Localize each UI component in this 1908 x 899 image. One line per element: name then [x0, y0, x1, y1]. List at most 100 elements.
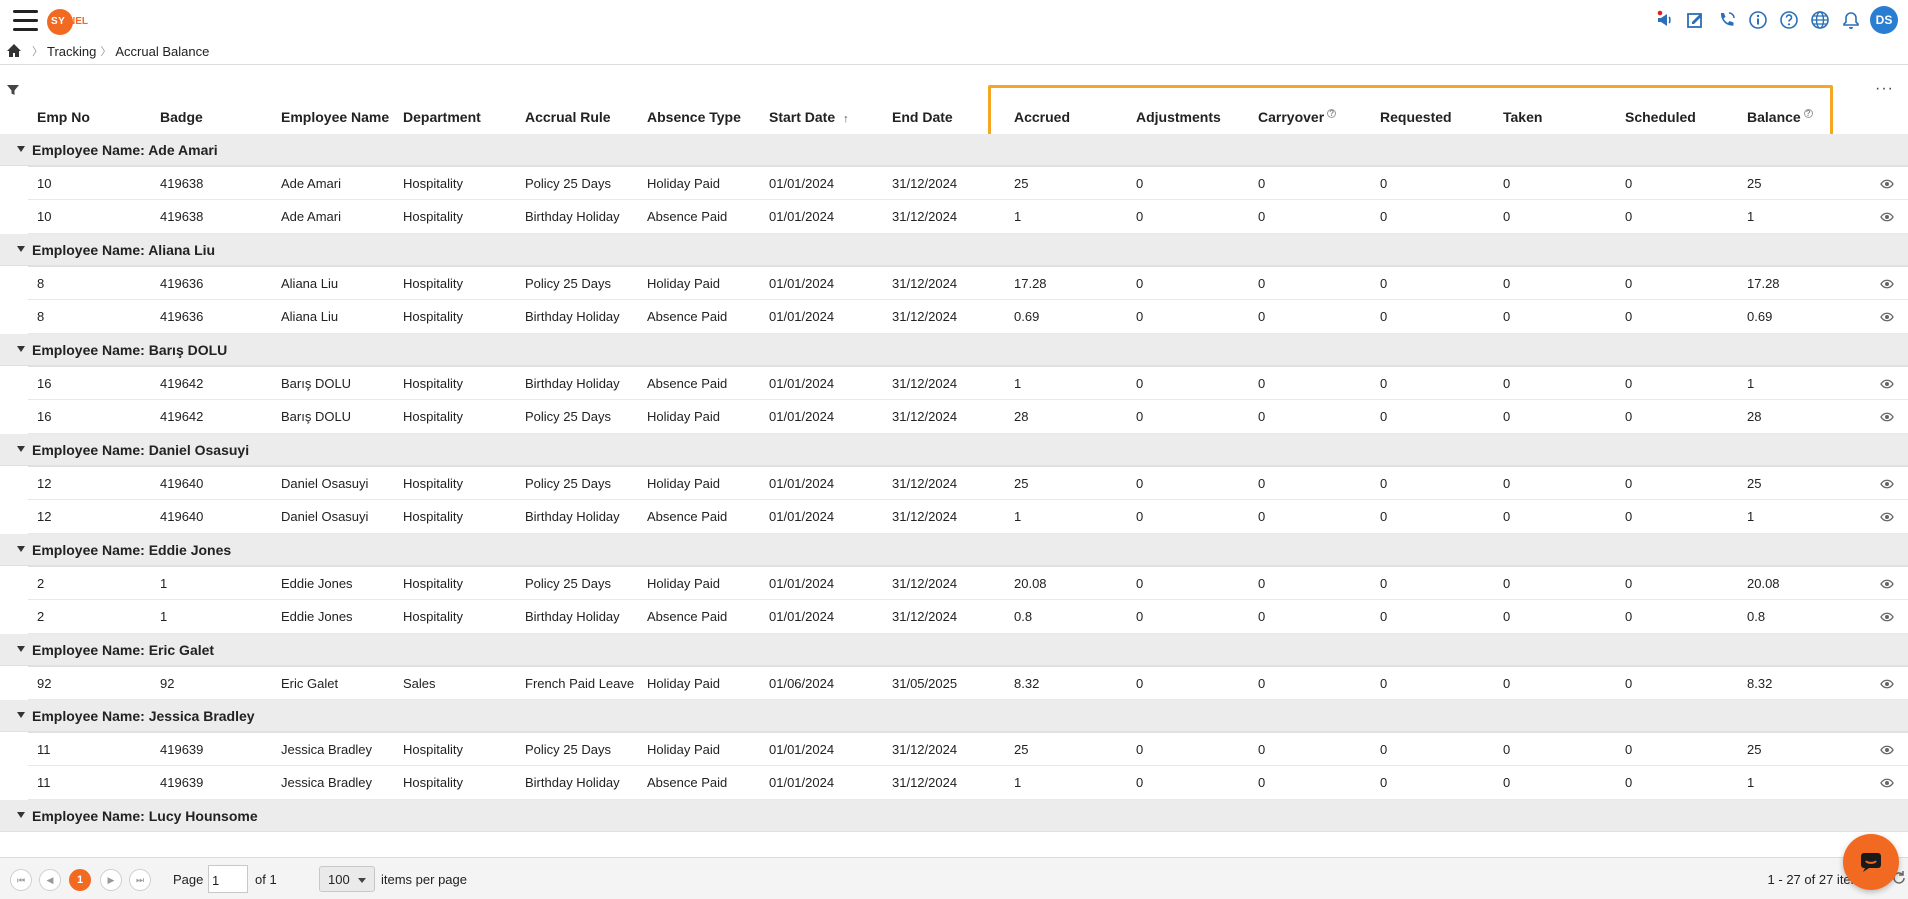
column-header-end-date[interactable]: End Date — [892, 109, 953, 125]
table-row[interactable]: 16 419642 Barış DOLU Hospitality Birthday Ho… — [28, 366, 1908, 400]
cell-badge: 419639 — [160, 742, 204, 757]
collapse-triangle-icon[interactable] — [17, 812, 25, 818]
column-header-employee-name[interactable]: Employee Name — [281, 109, 389, 125]
column-header-balance[interactable]: Balance? — [1747, 109, 1813, 125]
collapse-triangle-icon[interactable] — [17, 446, 25, 452]
cell-accrued: 25 — [1014, 176, 1029, 191]
phone-support-icon[interactable] — [1711, 5, 1742, 35]
table-row[interactable]: 92 92 Eric Galet Sales French Paid Leave Holi… — [28, 666, 1908, 700]
next-page-button[interactable]: ▶ — [100, 869, 122, 891]
group-row[interactable]: Employee Name: Daniel Osasuyi — [0, 434, 1908, 466]
help-circle-icon[interactable]: ? — [1803, 109, 1813, 118]
group-row[interactable]: Employee Name: Ade Amari — [0, 134, 1908, 166]
table-row[interactable]: 10 419638 Ade Amari Hospitality Birthday Hol… — [28, 200, 1908, 234]
more-options-icon[interactable]: ··· — [1875, 80, 1894, 98]
group-row[interactable]: Employee Name: Aliana Liu — [0, 234, 1908, 266]
language-globe-icon[interactable] — [1804, 5, 1835, 35]
announcement-icon[interactable] — [1649, 5, 1680, 35]
view-details-eye-icon[interactable] — [1880, 777, 1894, 789]
table-row[interactable]: 12 419640 Daniel Osasuyi Hospitality Birthda… — [28, 500, 1908, 534]
page-number-input[interactable]: 1 — [208, 865, 248, 893]
view-details-eye-icon[interactable] — [1880, 611, 1894, 623]
cell-adjustments: 0 — [1136, 775, 1144, 790]
user-avatar[interactable]: DS — [1870, 6, 1898, 34]
cell-end-date: 31/12/2024 — [892, 576, 958, 591]
table-row[interactable]: 2 1 Eddie Jones Hospitality Policy 25 Days Ho… — [28, 566, 1908, 600]
view-details-eye-icon[interactable] — [1880, 744, 1894, 756]
view-details-eye-icon[interactable] — [1880, 378, 1894, 390]
group-row[interactable]: Employee Name: Eddie Jones — [0, 534, 1908, 566]
view-details-eye-icon[interactable] — [1880, 211, 1894, 223]
view-details-eye-icon[interactable] — [1880, 678, 1894, 690]
table-row[interactable]: 8 419636 Aliana Liu Hospitality Birthday Hol… — [28, 300, 1908, 334]
cell-badge: 419638 — [160, 176, 204, 191]
column-header-department[interactable]: Department — [403, 109, 481, 125]
pager: ⏮ ◀ 1 ▶ ⏭ Page 1 of 1 100 items per page… — [0, 857, 1908, 899]
view-details-eye-icon[interactable] — [1880, 178, 1894, 190]
view-details-eye-icon[interactable] — [1880, 511, 1894, 523]
hamburger-menu-icon[interactable] — [13, 10, 38, 34]
column-header-badge[interactable]: Badge — [160, 109, 203, 125]
cell-accrual-rule: Birthday Holiday — [525, 309, 620, 324]
chat-assistant-button[interactable] — [1843, 834, 1899, 890]
group-row[interactable]: Employee Name: Jessica Bradley — [0, 700, 1908, 732]
help-circle-icon[interactable]: ? — [1327, 109, 1337, 118]
page-number-button[interactable]: 1 — [69, 869, 91, 891]
first-page-button[interactable]: ⏮ — [10, 869, 32, 891]
table-row[interactable]: 16 419642 Barış DOLU Hospitality Policy 25 D… — [28, 400, 1908, 434]
info-icon[interactable] — [1742, 5, 1773, 35]
table-row[interactable]: 8 419636 Aliana Liu Hospitality Policy 25 Da… — [28, 266, 1908, 300]
group-row[interactable]: Employee Name: Eric Galet — [0, 634, 1908, 666]
column-header-start-date[interactable]: Start Date ↑ — [769, 109, 849, 125]
collapse-triangle-icon[interactable] — [17, 246, 25, 252]
cell-start-date: 01/01/2024 — [769, 309, 835, 324]
view-details-eye-icon[interactable] — [1880, 478, 1894, 490]
previous-page-button[interactable]: ◀ — [39, 869, 61, 891]
breadcrumb-item-tracking[interactable]: Tracking — [47, 44, 96, 59]
column-header-absence-type[interactable]: Absence Type — [647, 109, 741, 125]
view-details-eye-icon[interactable] — [1880, 411, 1894, 423]
table-row[interactable]: 11 419639 Jessica Bradley Hospitality Birthd… — [28, 766, 1908, 800]
collapse-triangle-icon[interactable] — [17, 712, 25, 718]
column-header-accrued[interactable]: Accrued — [1014, 109, 1070, 125]
cell-adjustments: 0 — [1136, 576, 1144, 591]
column-header-requested[interactable]: Requested — [1380, 109, 1452, 125]
cell-badge: 419640 — [160, 509, 204, 524]
last-page-button[interactable]: ⏭ — [129, 869, 151, 891]
filter-icon[interactable] — [7, 84, 19, 96]
group-row[interactable]: Employee Name: Barış DOLU — [0, 334, 1908, 366]
cell-carryover: 0 — [1258, 209, 1266, 224]
column-header-taken[interactable]: Taken — [1503, 109, 1542, 125]
view-details-eye-icon[interactable] — [1880, 278, 1894, 290]
view-details-eye-icon[interactable] — [1880, 578, 1894, 590]
column-header-adjustments[interactable]: Adjustments — [1136, 109, 1221, 125]
group-row[interactable]: Employee Name: Lucy Hounsome — [0, 800, 1908, 832]
table-row[interactable]: 12 419640 Daniel Osasuyi Hospitality Policy … — [28, 466, 1908, 500]
collapse-triangle-icon[interactable] — [17, 646, 25, 652]
sort-ascending-icon[interactable]: ↑ — [843, 113, 849, 125]
collapse-triangle-icon[interactable] — [17, 346, 25, 352]
column-header-emp-no[interactable]: Emp No — [37, 109, 90, 125]
view-details-eye-icon[interactable] — [1880, 311, 1894, 323]
cell-scheduled: 0 — [1625, 376, 1633, 391]
column-header-accrual-rule[interactable]: Accrual Rule — [525, 109, 611, 125]
table-row[interactable]: 10 419638 Ade Amari Hospitality Policy 25 Da… — [28, 166, 1908, 200]
synel-logo[interactable]: SY NEL — [47, 9, 88, 35]
cell-accrual-rule: French Paid Leave — [525, 676, 635, 691]
items-per-page-select[interactable]: 100 — [319, 866, 375, 892]
help-icon[interactable] — [1773, 5, 1804, 35]
table-row[interactable]: 11 419639 Jessica Bradley Hospitality Policy… — [28, 732, 1908, 766]
column-header-carryover[interactable]: Carryover? — [1258, 109, 1337, 125]
table-row[interactable]: 2 1 Eddie Jones Hospitality Birthday Holiday… — [28, 600, 1908, 634]
column-header-scheduled[interactable]: Scheduled — [1625, 109, 1696, 125]
cell-accrual-rule: Birthday Holiday — [525, 609, 620, 624]
collapse-triangle-icon[interactable] — [17, 146, 25, 152]
cell-requested: 0 — [1380, 176, 1388, 191]
timesheet-edit-icon[interactable] — [1680, 5, 1711, 35]
collapse-triangle-icon[interactable] — [17, 546, 25, 552]
home-icon[interactable] — [6, 43, 22, 59]
cell-badge: 419636 — [160, 309, 204, 324]
cell-employee-name: Ade Amari — [281, 176, 341, 191]
cell-requested: 0 — [1380, 609, 1388, 624]
notifications-bell-icon[interactable] — [1835, 5, 1866, 35]
